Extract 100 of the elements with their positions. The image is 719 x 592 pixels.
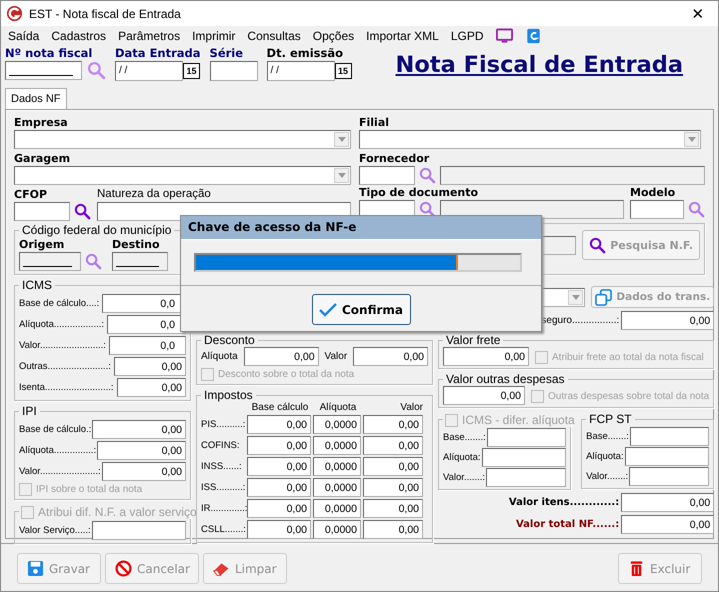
input-field[interactable] xyxy=(486,468,566,487)
input-field[interactable]: 0,00 xyxy=(247,415,311,434)
field-label: COFINS: xyxy=(201,440,241,451)
checkbox-label: Atribui dif. N.F. a valor serviço xyxy=(38,505,197,519)
input-field[interactable]: 0,00 xyxy=(92,420,186,439)
input-field[interactable]: 0,00 xyxy=(247,499,311,518)
input-field[interactable]: 0,00 xyxy=(114,357,186,376)
input-field[interactable]: 0,00 xyxy=(247,457,311,476)
column-header: Valor xyxy=(399,402,423,413)
field-label: PIS..........: xyxy=(201,419,245,430)
input-field[interactable]: 0,00 xyxy=(621,311,714,330)
field-label: Alíquota xyxy=(201,351,238,362)
menu-item[interactable]: Cadastros xyxy=(45,29,112,43)
date-field[interactable]: / / xyxy=(266,61,335,81)
menu-item[interactable]: Parâmetros xyxy=(112,29,186,43)
search-icon[interactable] xyxy=(419,201,436,218)
menu-item[interactable]: Consultas xyxy=(241,29,307,43)
input-field[interactable]: 0,0000 xyxy=(313,415,361,434)
input-field[interactable] xyxy=(629,467,710,486)
input-field[interactable] xyxy=(482,448,566,467)
input-field[interactable]: 0,00 xyxy=(247,520,311,539)
menu-item[interactable]: Imprimir xyxy=(186,29,242,43)
input-field[interactable] xyxy=(486,428,566,447)
field-label: Filial xyxy=(359,115,390,130)
field-label: Valor......................: xyxy=(19,466,101,477)
input-field[interactable] xyxy=(630,427,710,446)
menu-item[interactable]: LGPD xyxy=(444,29,490,43)
input-field[interactable]: 0,00 xyxy=(353,347,428,366)
app-badge-icon[interactable] xyxy=(524,28,542,44)
input-field[interactable] xyxy=(630,200,684,219)
column-header: Alíquota xyxy=(318,402,358,413)
field-label: Base de cálculo....: xyxy=(19,298,100,309)
dropdown[interactable] xyxy=(14,130,351,149)
input-field[interactable]: 0,0000 xyxy=(313,457,361,476)
field-label: Nº nota fiscal xyxy=(5,46,94,61)
input-field[interactable]: 0,00 xyxy=(363,499,423,518)
group-title: Desconto xyxy=(203,333,256,347)
input-field[interactable]: 0,0000 xyxy=(313,436,361,455)
field-label: Valor.......: xyxy=(586,471,628,482)
input-field[interactable]: 0,00 xyxy=(363,478,423,497)
input-field[interactable]: 0,00 xyxy=(443,347,529,366)
input-field[interactable]: 0,00 xyxy=(363,436,423,455)
input-field xyxy=(112,252,168,271)
input-field[interactable]: 0,0 xyxy=(107,315,186,334)
field-label: Valor........................: xyxy=(19,340,106,351)
input-field[interactable]: 0,00 xyxy=(363,520,423,539)
group-title: IPI xyxy=(21,404,38,418)
tab[interactable]: Dados NF xyxy=(5,88,67,109)
field-label: Isenta.........................: xyxy=(19,382,114,393)
input-field[interactable]: 0,00 xyxy=(443,386,525,405)
input-field[interactable]: 0,0000 xyxy=(313,520,361,539)
input-field[interactable]: 0,00 xyxy=(247,436,311,455)
input-field[interactable] xyxy=(5,61,82,80)
calendar-button[interactable]: 15 xyxy=(183,63,200,79)
menu-item[interactable]: Importar XML xyxy=(360,29,445,43)
menu-item[interactable]: Opções xyxy=(306,29,360,43)
input-field[interactable]: 0,00 xyxy=(244,347,319,366)
input-field[interactable]: 0,00 xyxy=(97,441,186,460)
confirm-button[interactable]: Confirma xyxy=(312,294,410,325)
input-field[interactable]: 0,0000 xyxy=(313,499,361,518)
caret-icon xyxy=(572,294,580,300)
input-field[interactable] xyxy=(92,521,186,540)
input-field[interactable]: 0,00 xyxy=(247,478,311,497)
field-label: Base de cálculo.: xyxy=(19,424,92,435)
field-label: seguro................: xyxy=(541,315,620,326)
input-field[interactable]: 0,00 xyxy=(363,415,423,434)
field-label: Outras.......................: xyxy=(19,361,111,372)
close-button[interactable]: ✕ xyxy=(678,4,718,22)
caret-icon xyxy=(338,173,346,178)
input-field[interactable]: 0,0000 xyxy=(313,478,361,497)
group-title: Código federal do município xyxy=(21,223,172,237)
checkmark-icon xyxy=(318,302,337,316)
dialog-title: Chave de acesso da NF-e xyxy=(181,216,541,239)
caret-icon xyxy=(338,137,346,142)
group-title: FCP ST xyxy=(588,412,633,426)
group-title: Valor frete xyxy=(445,333,502,347)
field-label: Base.......: xyxy=(443,432,486,443)
input-field[interactable]: 0,00 xyxy=(363,457,423,476)
input-field[interactable] xyxy=(14,202,70,221)
dropdown[interactable] xyxy=(14,166,351,185)
field-label: Alíquota: xyxy=(586,451,624,462)
input-field[interactable]: 0,0 xyxy=(108,336,186,355)
field-label: Origem xyxy=(19,237,66,252)
input-field[interactable]: 0,00 xyxy=(116,378,186,397)
input-field[interactable] xyxy=(624,447,710,466)
date-field[interactable]: / / xyxy=(115,61,183,81)
group-title: Valor outras despesas xyxy=(445,372,566,386)
input-field xyxy=(19,252,81,271)
calendar-button[interactable]: 15 xyxy=(334,63,352,79)
input-field[interactable] xyxy=(210,61,258,81)
monitor-icon[interactable] xyxy=(496,28,513,44)
input-field[interactable]: 0,00 xyxy=(102,462,186,481)
field-label: Fornecedor xyxy=(359,151,430,166)
search-icon[interactable] xyxy=(74,203,91,220)
field-label: Dt. emissão xyxy=(266,46,344,61)
field-label: Tipo de documento xyxy=(359,185,480,200)
field-label: CFOP xyxy=(14,187,48,202)
dropdown[interactable] xyxy=(359,130,701,149)
input-field[interactable] xyxy=(359,166,415,185)
menu-item[interactable]: Saída xyxy=(2,29,46,43)
